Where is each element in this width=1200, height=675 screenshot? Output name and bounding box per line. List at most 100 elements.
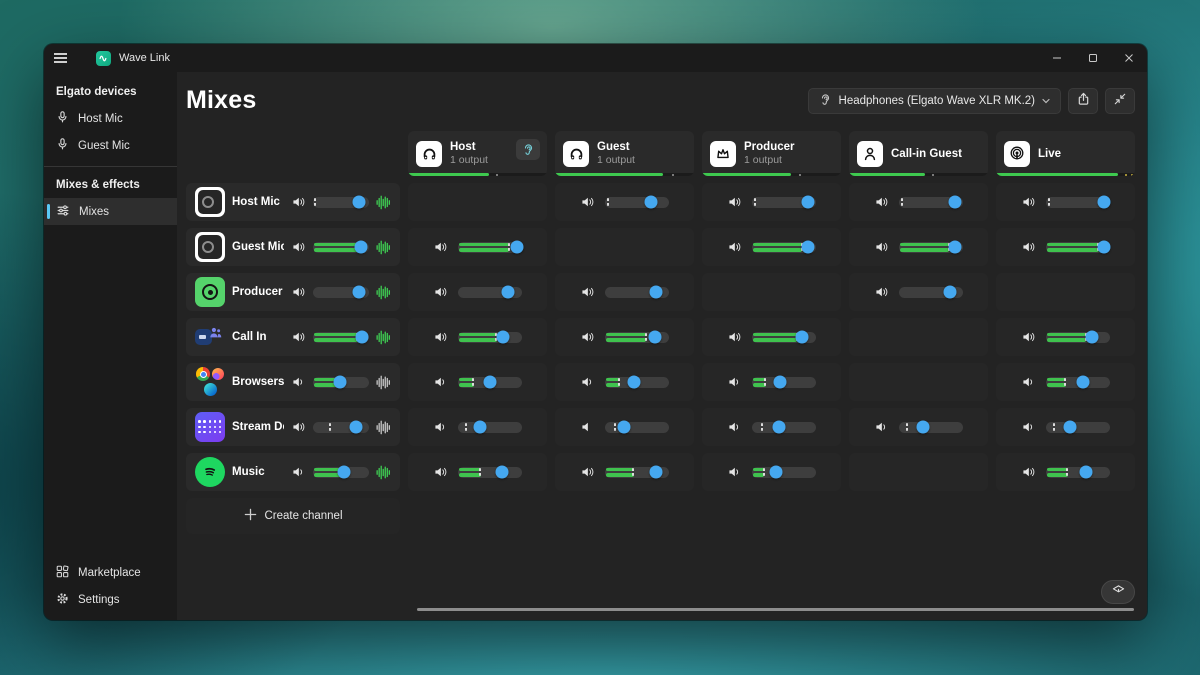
slider-knob[interactable] (645, 196, 658, 209)
volume-slider[interactable] (458, 242, 522, 253)
volume-slider[interactable] (899, 287, 963, 298)
mix-cell-stream-deck-host[interactable] (408, 408, 547, 446)
effects-waveform-icon[interactable] (376, 285, 391, 300)
layers-button[interactable] (1101, 580, 1135, 604)
speaker-icon[interactable] (433, 375, 448, 389)
volume-slider[interactable] (1046, 422, 1110, 433)
speaker-icon[interactable] (727, 195, 742, 209)
mix-cell-music-live[interactable] (996, 453, 1135, 491)
mix-cell-stream-deck-producer[interactable] (702, 408, 841, 446)
mix-cell-stream-deck-live[interactable] (996, 408, 1135, 446)
mix-cell-browsers-guest[interactable] (555, 363, 694, 401)
volume-slider[interactable] (458, 332, 522, 343)
mix-cell-guest-mic-call-in-guest[interactable] (849, 228, 988, 266)
monitoring-ear-icon[interactable] (516, 139, 540, 160)
speaker-icon[interactable] (433, 240, 448, 254)
sidebar-item-mixes[interactable]: Mixes (44, 198, 177, 225)
volume-slider[interactable] (313, 467, 369, 478)
speaker-icon[interactable] (291, 330, 306, 344)
volume-slider[interactable] (1046, 242, 1110, 253)
mix-cell-call-in-guest[interactable] (555, 318, 694, 356)
volume-slider[interactable] (1046, 332, 1110, 343)
volume-slider[interactable] (313, 242, 369, 253)
speaker-icon[interactable] (580, 420, 595, 434)
channel-strip-host-mic[interactable]: Host Mic (186, 183, 400, 221)
volume-slider[interactable] (752, 242, 816, 253)
speaker-icon[interactable] (1021, 420, 1036, 434)
slider-knob[interactable] (510, 241, 523, 254)
minimize-button[interactable] (1039, 44, 1075, 72)
channel-strip-call-in[interactable]: Call In (186, 318, 400, 356)
slider-knob[interactable] (495, 466, 508, 479)
slider-knob[interactable] (944, 286, 957, 299)
speaker-icon[interactable] (291, 375, 306, 389)
speaker-icon[interactable] (433, 465, 448, 479)
create-channel-button[interactable]: Create channel (186, 498, 400, 534)
mix-column-header-guest[interactable]: Guest1 output (555, 131, 694, 176)
volume-slider[interactable] (313, 287, 369, 298)
mix-column-header-producer[interactable]: Producer1 output (702, 131, 841, 176)
slider-knob[interactable] (772, 421, 785, 434)
volume-slider[interactable] (313, 377, 369, 388)
slider-knob[interactable] (627, 376, 640, 389)
slider-knob[interactable] (650, 466, 663, 479)
slider-knob[interactable] (650, 286, 663, 299)
slider-knob[interactable] (949, 241, 962, 254)
speaker-icon[interactable] (580, 375, 595, 389)
slider-knob[interactable] (770, 466, 783, 479)
volume-slider[interactable] (752, 332, 816, 343)
speaker-icon[interactable] (580, 195, 595, 209)
volume-slider[interactable] (899, 197, 963, 208)
volume-slider[interactable] (1046, 377, 1110, 388)
volume-slider[interactable] (899, 242, 963, 253)
mix-cell-host-mic-guest[interactable] (555, 183, 694, 221)
speaker-icon[interactable] (580, 465, 595, 479)
speaker-icon[interactable] (727, 465, 742, 479)
speaker-icon[interactable] (433, 285, 448, 299)
slider-knob[interactable] (484, 376, 497, 389)
mix-cell-browsers-producer[interactable] (702, 363, 841, 401)
volume-slider[interactable] (752, 467, 816, 478)
speaker-icon[interactable] (291, 465, 306, 479)
slider-knob[interactable] (349, 421, 362, 434)
sidebar-item-host-mic[interactable]: Host Mic (44, 105, 177, 132)
volume-slider[interactable] (605, 467, 669, 478)
mix-column-header-host[interactable]: Host1 output (408, 131, 547, 176)
channel-strip-guest-mic[interactable]: Guest Mic (186, 228, 400, 266)
speaker-icon[interactable] (580, 330, 595, 344)
slider-knob[interactable] (1086, 331, 1099, 344)
slider-knob[interactable] (496, 331, 509, 344)
mix-cell-host-mic-producer[interactable] (702, 183, 841, 221)
effects-waveform-icon[interactable] (376, 240, 391, 255)
volume-slider[interactable] (313, 422, 369, 433)
speaker-icon[interactable] (874, 420, 889, 434)
speaker-icon[interactable] (1021, 465, 1036, 479)
speaker-icon[interactable] (433, 420, 448, 434)
speaker-icon[interactable] (433, 330, 448, 344)
slider-knob[interactable] (773, 376, 786, 389)
speaker-icon[interactable] (291, 240, 306, 254)
slider-knob[interactable] (352, 286, 365, 299)
volume-slider[interactable] (458, 377, 522, 388)
sidebar-item-settings[interactable]: Settings (44, 586, 177, 613)
close-button[interactable] (1111, 44, 1147, 72)
slider-knob[interactable] (337, 466, 350, 479)
slider-knob[interactable] (802, 241, 815, 254)
slider-knob[interactable] (1080, 466, 1093, 479)
effects-waveform-icon[interactable] (376, 195, 391, 210)
mix-cell-stream-deck-guest[interactable] (555, 408, 694, 446)
speaker-icon[interactable] (727, 330, 742, 344)
mix-cell-guest-mic-live[interactable] (996, 228, 1135, 266)
collapse-button[interactable] (1105, 88, 1135, 114)
effects-waveform-icon[interactable] (376, 420, 391, 435)
slider-knob[interactable] (648, 331, 661, 344)
slider-knob[interactable] (1077, 376, 1090, 389)
mix-column-header-live[interactable]: Live (996, 131, 1135, 176)
slider-knob[interactable] (618, 421, 631, 434)
mix-cell-browsers-host[interactable] (408, 363, 547, 401)
speaker-icon[interactable] (727, 240, 742, 254)
mix-cell-host-mic-call-in-guest[interactable] (849, 183, 988, 221)
mix-cell-guest-mic-producer[interactable] (702, 228, 841, 266)
sidebar-item-marketplace[interactable]: Marketplace (44, 559, 177, 586)
mix-cell-call-in-host[interactable] (408, 318, 547, 356)
